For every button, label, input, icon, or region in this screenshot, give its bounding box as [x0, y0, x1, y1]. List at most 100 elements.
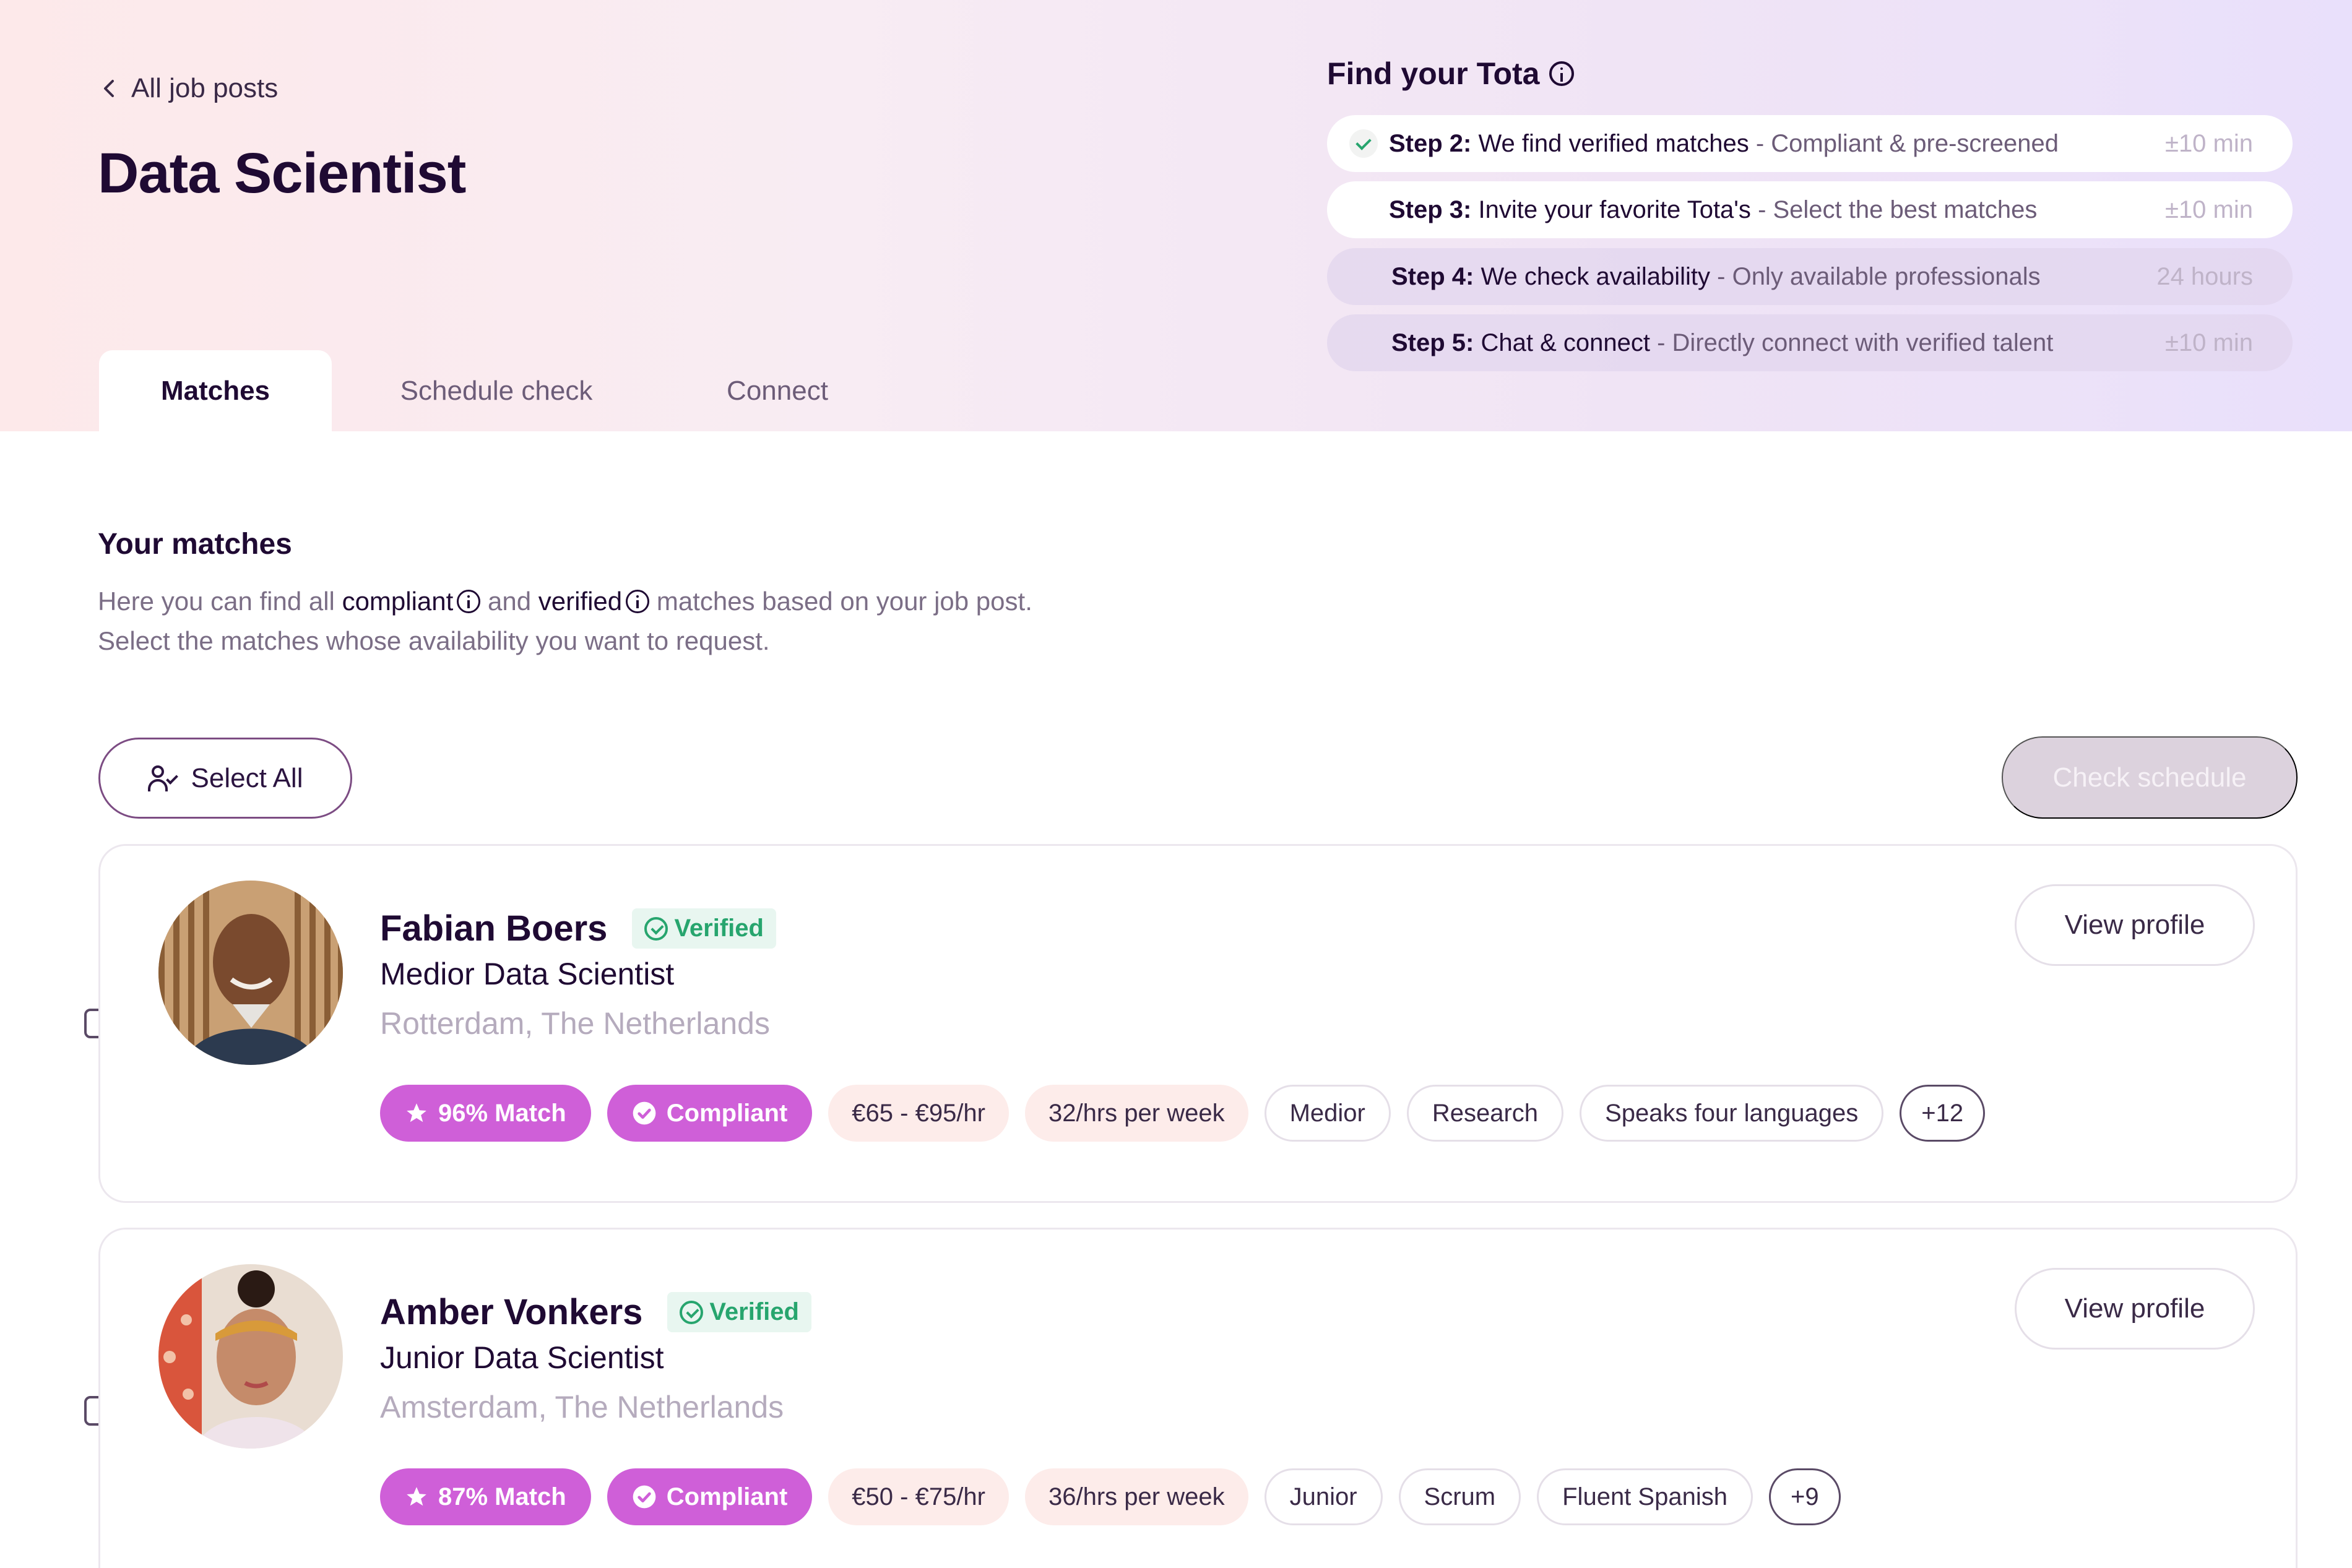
skill-tag: Speaks four languages: [1580, 1085, 1884, 1142]
section-title: Your matches: [98, 528, 292, 561]
candidate-location: Rotterdam, The Netherlands: [380, 1006, 770, 1041]
match-label: 96% Match: [438, 1099, 566, 1127]
steps-panel-title: Find your Tota: [1327, 56, 1575, 92]
avatar: [158, 1264, 343, 1449]
step-time: ±10 min: [2164, 329, 2253, 356]
compliant-word: compliant: [342, 587, 454, 616]
step-number: Step 2:: [1389, 129, 1472, 157]
tab-schedule-check[interactable]: Schedule check: [332, 350, 661, 431]
chevron-left-icon: [104, 80, 114, 97]
tab-matches[interactable]: Matches: [99, 350, 332, 431]
verified-badge: Verified: [667, 1292, 811, 1332]
step-desc: - Select the best matches: [1758, 196, 2038, 223]
step-item-5: Step 5: Chat & connect - Directly connec…: [1327, 314, 2293, 371]
skill-tag: Research: [1406, 1085, 1564, 1142]
compliant-badge-icon: [633, 1101, 656, 1125]
desc-suffix: matches based on your job post.: [656, 587, 1032, 616]
compliant-badge-icon: [633, 1485, 656, 1509]
skill-tag: Junior: [1264, 1468, 1383, 1525]
back-link-label: All job posts: [131, 73, 279, 103]
step-desc: - Directly connect with verified talent: [1657, 329, 2054, 356]
step-title: Invite your favorite Tota's: [1478, 196, 1751, 223]
description-line-1: Here you can find all compliant and veri…: [98, 582, 1032, 621]
candidate-role: Junior Data Scientist: [380, 1340, 664, 1375]
more-skills-button[interactable]: +9: [1768, 1468, 1841, 1525]
compliant-label: Compliant: [666, 1483, 788, 1510]
hours-tag: 32/hrs per week: [1025, 1085, 1248, 1142]
desc-prefix: Here you can find all: [98, 587, 335, 616]
page-title: Data Scientist: [98, 142, 466, 205]
compliant-tag: Compliant: [607, 1468, 813, 1525]
tab-label: Matches: [160, 375, 270, 406]
more-skills-button[interactable]: +12: [1900, 1085, 1986, 1142]
verified-badge: Verified: [632, 908, 776, 949]
avatar-photo: [158, 881, 343, 1065]
compliant-tag: Compliant: [607, 1085, 813, 1142]
tab-label: Schedule check: [400, 375, 593, 406]
step-title: Chat & connect: [1481, 329, 1650, 356]
match-score-tag: 96% Match: [380, 1085, 591, 1142]
section-description: Here you can find all compliant and veri…: [98, 582, 1032, 661]
step-time: 24 hours: [2156, 262, 2253, 290]
check-schedule-button[interactable]: Check schedule: [2002, 736, 2298, 819]
verified-word: verified: [538, 587, 623, 616]
step-title: We check availability: [1481, 262, 1711, 290]
step-desc: - Only available professionals: [1717, 262, 2041, 290]
step-number: Step 5:: [1391, 329, 1474, 356]
candidate-location: Amsterdam, The Netherlands: [380, 1390, 784, 1424]
candidate-name-row: Amber Vonkers Verified: [380, 1291, 811, 1333]
verified-check-icon: [680, 1300, 704, 1324]
hours-tag: 36/hrs per week: [1025, 1468, 1248, 1525]
compliant-label: Compliant: [666, 1099, 788, 1127]
description-line-2: Select the matches whose availability yo…: [98, 626, 770, 655]
candidate-tags: 96% Match Compliant €65 - €95/hr 32/hrs …: [380, 1085, 1986, 1142]
back-to-job-posts-link[interactable]: All job posts: [100, 73, 278, 104]
skill-tag: Fluent Spanish: [1537, 1468, 1753, 1525]
step-time: ±10 min: [2164, 129, 2253, 157]
info-icon[interactable]: [1549, 61, 1575, 86]
check-icon: [1349, 129, 1378, 158]
steps-title-text: Find your Tota: [1327, 56, 1540, 91]
match-score-tag: 87% Match: [380, 1468, 591, 1525]
verified-term[interactable]: verified: [538, 582, 650, 621]
verified-label: Verified: [674, 915, 764, 942]
candidate-role: Medior Data Scientist: [380, 957, 675, 991]
skill-tag: Scrum: [1398, 1468, 1521, 1525]
candidate-card: Fabian Boers Verified Medior Data Scient…: [98, 844, 2298, 1203]
candidate-name-row: Fabian Boers Verified: [380, 908, 776, 949]
step-item-3: Step 3: Invite your favorite Tota's - Se…: [1327, 181, 2293, 238]
verified-check-icon: [644, 916, 668, 941]
star-icon: [407, 1103, 426, 1122]
step-item-2: Step 2: We find verified matches - Compl…: [1327, 115, 2293, 172]
verified-label: Verified: [709, 1298, 799, 1325]
info-icon[interactable]: [626, 590, 650, 613]
avatar: [158, 881, 343, 1065]
compliant-term[interactable]: compliant: [342, 582, 481, 621]
info-icon[interactable]: [457, 590, 481, 613]
header-band: All job posts Data Scientist Matches Sch…: [0, 0, 2352, 431]
match-label: 87% Match: [438, 1483, 566, 1510]
step-desc: - Compliant & pre-screened: [1755, 129, 2059, 157]
avatar-photo: [158, 1264, 343, 1449]
candidate-card: Amber Vonkers Verified Junior Data Scien…: [98, 1228, 2298, 1568]
and-word: and: [488, 587, 532, 616]
step-number: Step 3:: [1389, 196, 1472, 223]
candidate-name: Fabian Boers: [380, 908, 608, 949]
user-check-icon: [147, 764, 181, 793]
view-profile-button[interactable]: View profile: [2015, 884, 2255, 966]
step-time: ±10 min: [2164, 196, 2253, 223]
tab-bar: Matches Schedule check Connect: [99, 350, 894, 431]
rate-tag: €50 - €75/hr: [828, 1468, 1009, 1525]
step-title: We find verified matches: [1478, 129, 1749, 157]
candidate-tags: 87% Match Compliant €50 - €75/hr 36/hrs …: [380, 1468, 1841, 1525]
candidate-name: Amber Vonkers: [380, 1292, 643, 1332]
tab-label: Connect: [727, 375, 828, 406]
step-item-4: Step 4: We check availability - Only ava…: [1327, 248, 2293, 305]
step-number: Step 4:: [1391, 262, 1474, 290]
select-all-label: Select All: [191, 762, 303, 793]
tab-connect[interactable]: Connect: [661, 350, 894, 431]
star-icon: [407, 1487, 426, 1506]
view-profile-button[interactable]: View profile: [2015, 1268, 2255, 1350]
select-all-button[interactable]: Select All: [98, 738, 352, 819]
skill-tag: Medior: [1264, 1085, 1391, 1142]
